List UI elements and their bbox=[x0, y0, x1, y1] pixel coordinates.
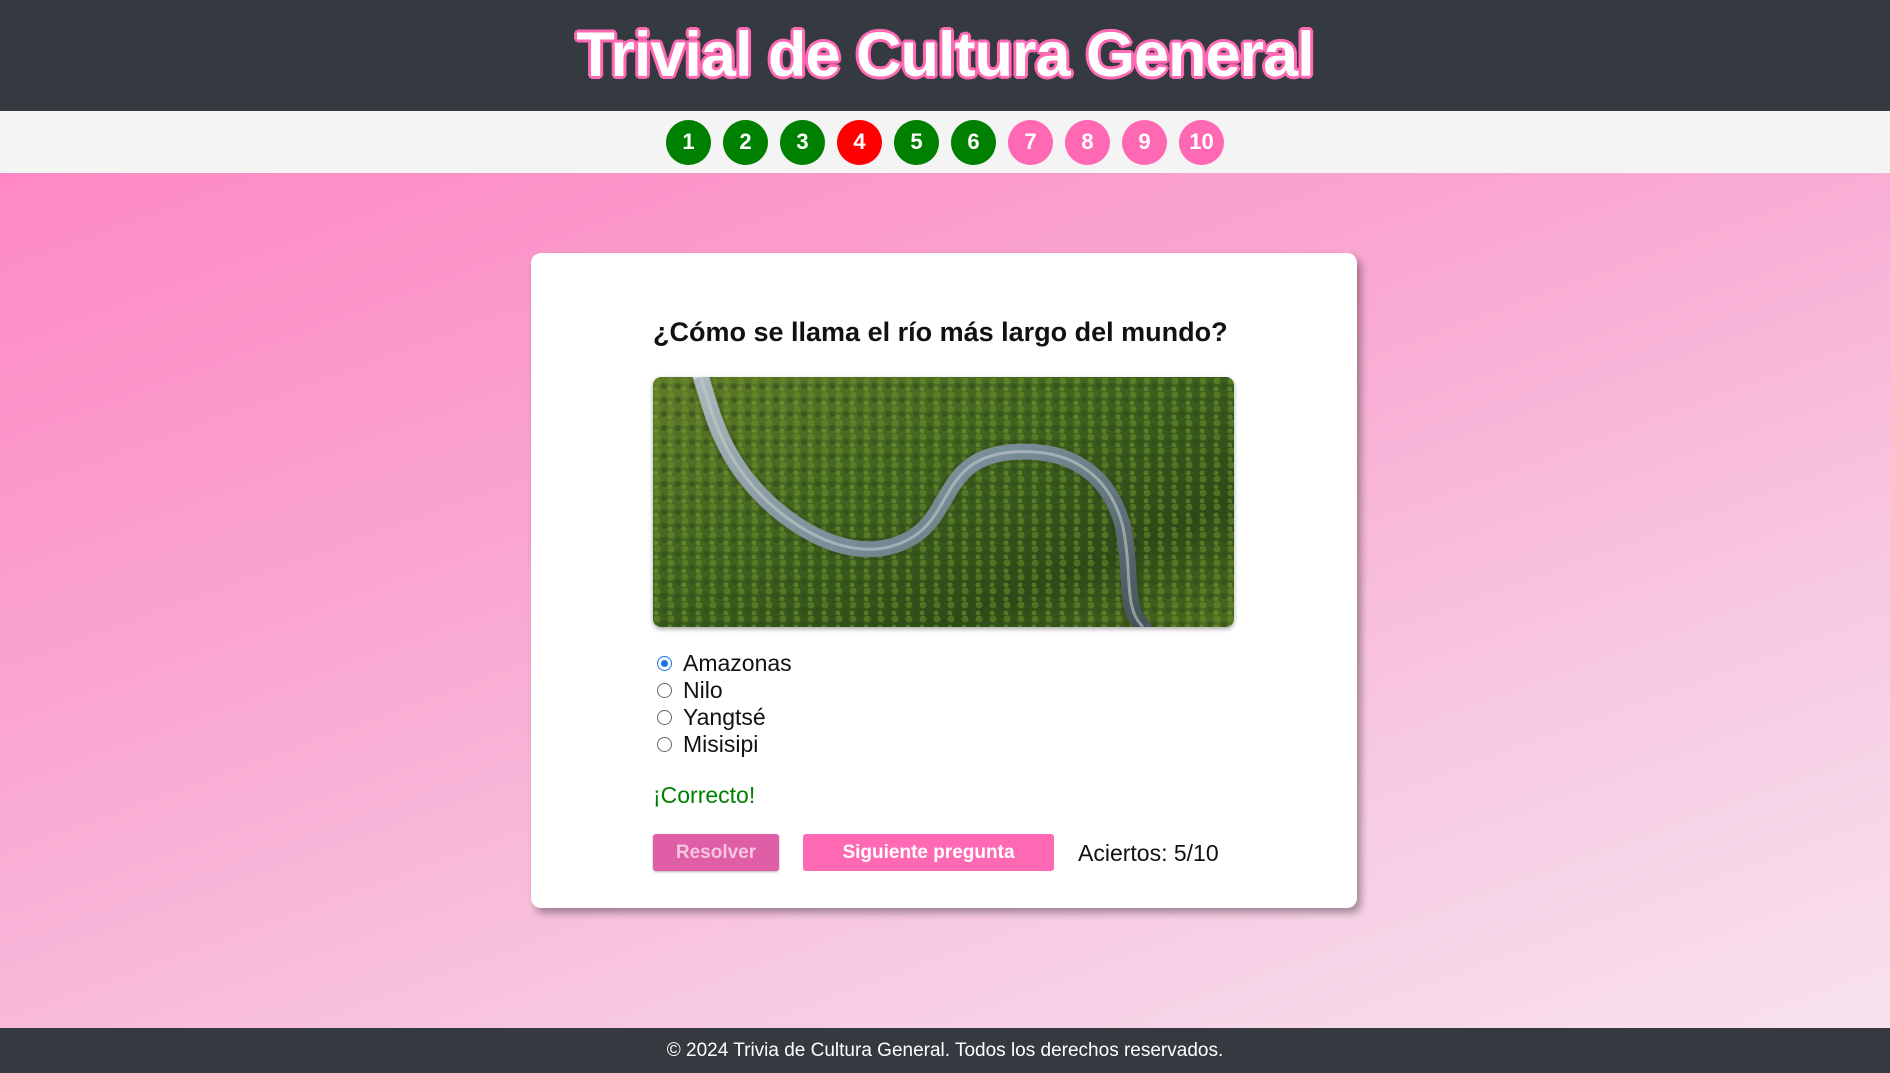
question-indicator-5[interactable]: 5 bbox=[894, 119, 939, 165]
resolve-button[interactable]: Resolver bbox=[653, 834, 779, 871]
radio-button[interactable] bbox=[657, 710, 672, 725]
question-indicator-10[interactable]: 10 bbox=[1179, 119, 1224, 165]
option-yangtse[interactable]: Yangtsé bbox=[657, 704, 792, 731]
question-progress-nav: 1 2 3 4 5 6 7 8 9 10 bbox=[0, 111, 1890, 173]
question-number: 6 bbox=[967, 129, 980, 154]
question-indicator-4[interactable]: 4 bbox=[837, 119, 882, 165]
question-indicator-8[interactable]: 8 bbox=[1065, 119, 1110, 165]
question-number: 8 bbox=[1081, 129, 1094, 154]
question-number: 3 bbox=[796, 129, 809, 154]
answer-options: Amazonas Nilo Yangtsé Misisipi bbox=[657, 650, 792, 758]
question-number: 9 bbox=[1138, 129, 1151, 154]
option-label: Nilo bbox=[683, 677, 723, 703]
question-number: 1 bbox=[682, 129, 695, 154]
question-indicator-6[interactable]: 6 bbox=[951, 119, 996, 165]
next-question-button[interactable]: Siguiente pregunta bbox=[803, 834, 1054, 871]
copyright-text: © 2024 Trivia de Cultura General. Todos … bbox=[666, 1039, 1224, 1061]
question-number: 5 bbox=[910, 129, 923, 154]
question-indicator-7[interactable]: 7 bbox=[1008, 119, 1053, 165]
option-misisipi[interactable]: Misisipi bbox=[657, 731, 792, 758]
option-label: Yangtsé bbox=[683, 704, 766, 730]
option-label: Misisipi bbox=[683, 731, 759, 757]
question-indicator-3[interactable]: 3 bbox=[780, 119, 825, 165]
question-number: 2 bbox=[739, 129, 752, 154]
river-photo bbox=[653, 377, 1234, 627]
option-label: Amazonas bbox=[683, 650, 792, 676]
question-number: 4 bbox=[853, 129, 866, 154]
question-number: 7 bbox=[1024, 129, 1037, 154]
answer-feedback: ¡Correcto! bbox=[653, 782, 756, 808]
question-indicator-1[interactable]: 1 bbox=[666, 119, 711, 165]
radio-button[interactable] bbox=[657, 737, 672, 752]
question-indicator-9[interactable]: 9 bbox=[1122, 119, 1167, 165]
question-number: 10 bbox=[1189, 129, 1214, 154]
site-title: Trivial de Cultura General bbox=[576, 19, 1314, 90]
score-counter: Aciertos: 5/10 bbox=[1078, 840, 1219, 866]
site-footer: © 2024 Trivia de Cultura General. Todos … bbox=[0, 1028, 1890, 1073]
question-indicator-2[interactable]: 2 bbox=[723, 119, 768, 165]
option-amazonas[interactable]: Amazonas bbox=[657, 650, 792, 677]
question-text: ¿Cómo se llama el río más largo del mund… bbox=[653, 317, 1228, 347]
radio-button[interactable] bbox=[657, 683, 672, 698]
quiz-card: ¿Cómo se llama el río más largo del mund… bbox=[531, 253, 1357, 908]
site-header: Trivial de Cultura General bbox=[0, 0, 1890, 111]
radio-button[interactable] bbox=[657, 656, 672, 671]
option-nilo[interactable]: Nilo bbox=[657, 677, 792, 704]
